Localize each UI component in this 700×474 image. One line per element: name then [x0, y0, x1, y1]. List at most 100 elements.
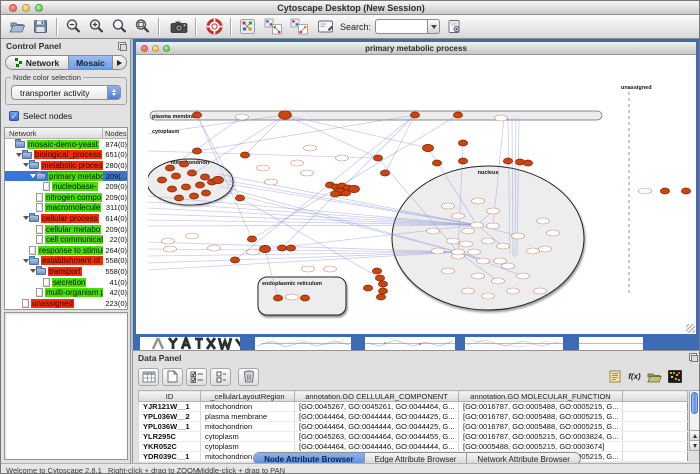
- tree-node-label[interactable]: unassigned: [31, 299, 74, 308]
- node-label-bubble[interactable]: [482, 238, 495, 244]
- expand-triangle-icon[interactable]: [23, 163, 29, 167]
- gene-node[interactable]: [372, 268, 381, 274]
- table-cell[interactable]: [GO:0045267, GO:0045261, GO:0044464, G..…: [295, 402, 459, 412]
- table-cell[interactable]: YPL036W__2: [139, 412, 201, 422]
- table-row[interactable]: YPL036W__1mitochondrion[GO:0044464, GO:0…: [139, 422, 688, 432]
- gene-node[interactable]: [300, 295, 309, 301]
- node-label-bubble[interactable]: [482, 293, 495, 299]
- node-label-bubble[interactable]: [517, 273, 530, 279]
- node-label-bubble[interactable]: [324, 266, 337, 272]
- edge[interactable]: [190, 115, 285, 176]
- scrollbar-thumb[interactable]: [691, 392, 698, 414]
- expand-slot[interactable]: [29, 269, 36, 273]
- table-cell[interactable]: [GO:0045263, GO:0044464, GO:0044455, G..…: [295, 432, 459, 442]
- node-label-bubble[interactable]: [336, 155, 349, 161]
- tree-row[interactable]: cellular process614(0): [5, 213, 127, 224]
- table-cell[interactable]: cytoplasm: [201, 432, 295, 442]
- tree-node-label[interactable]: biological_process: [34, 150, 102, 159]
- node-label-bubble[interactable]: [487, 208, 500, 214]
- node-label-bubble[interactable]: [502, 263, 515, 269]
- node-label-bubble[interactable]: [162, 238, 175, 244]
- tree-node-label[interactable]: primary metabo: [48, 172, 106, 181]
- tree-node-label[interactable]: response to stimulu: [38, 246, 109, 255]
- expand-slot[interactable]: [22, 216, 29, 220]
- tree-row[interactable]: metabolic process280(0): [5, 160, 127, 171]
- network-graph[interactable]: plasma membrane cytoplasm mitochondrion …: [148, 56, 693, 333]
- node-label-bubble[interactable]: [462, 288, 475, 294]
- node-label-bubble[interactable]: [452, 213, 465, 219]
- node-label-bubble[interactable]: [534, 288, 547, 294]
- gene-node[interactable]: [523, 160, 532, 166]
- edge[interactable]: [245, 115, 285, 155]
- network-canvas[interactable]: plasma membrane cytoplasm mitochondrion …: [136, 55, 696, 334]
- gene-node[interactable]: [375, 275, 384, 281]
- tree-node-label[interactable]: nucleobase-: [52, 182, 98, 191]
- tab-network[interactable]: Network: [6, 56, 68, 69]
- gene-node[interactable]: [201, 190, 210, 196]
- node-label-bubble[interactable]: [468, 249, 481, 255]
- tree-row[interactable]: response to stimulu264(0): [5, 245, 127, 256]
- open-session-icon[interactable]: [7, 17, 27, 37]
- tree-row[interactable]: nucleobase-209(0): [5, 181, 127, 192]
- help-lifering-icon[interactable]: [204, 17, 224, 37]
- tree-col-network[interactable]: Network: [9, 129, 37, 138]
- node-label-bubble[interactable]: [512, 233, 525, 239]
- gene-node[interactable]: [380, 170, 389, 176]
- tab-mosaic[interactable]: Mosaic: [68, 56, 112, 69]
- col-region[interactable]: _cellularLayoutRegion: [201, 391, 295, 402]
- gene-node[interactable]: [195, 182, 204, 188]
- search-config-icon[interactable]: [444, 17, 464, 37]
- node-label-bubble[interactable]: [236, 114, 249, 120]
- node-label-bubble[interactable]: [460, 241, 473, 247]
- expand-triangle-icon[interactable]: [30, 174, 36, 178]
- gene-node[interactable]: [189, 193, 198, 199]
- formula-builder-icon[interactable]: f(x): [627, 370, 642, 384]
- node-label-bubble[interactable]: [477, 258, 490, 264]
- expand-triangle-icon[interactable]: [16, 153, 22, 157]
- table-cell[interactable]: YLR295C: [139, 432, 201, 442]
- gene-node[interactable]: [192, 148, 201, 154]
- gene-node[interactable]: [157, 177, 166, 183]
- col-molecular-function[interactable]: annotation.GO MOLECULAR_FUNCTION: [459, 391, 623, 402]
- expand-slot[interactable]: [22, 163, 29, 167]
- table-header-row[interactable]: ID _cellularLayoutRegion annotation.GO C…: [139, 391, 688, 402]
- gene-node[interactable]: [165, 165, 174, 171]
- gene-node[interactable]: [187, 170, 196, 176]
- expand-slot[interactable]: [15, 153, 22, 157]
- scroll-up-button[interactable]: [690, 430, 699, 440]
- tree-node-label[interactable]: secretion: [52, 278, 86, 287]
- expand-slot[interactable]: [22, 259, 29, 263]
- edge[interactable]: [235, 115, 415, 260]
- table-cell[interactable]: [GO:0016787, GO:0005215, GO:0003824, G..…: [459, 432, 623, 442]
- gene-node[interactable]: [174, 195, 183, 201]
- gene-node[interactable]: [235, 195, 244, 201]
- expand-triangle-icon[interactable]: [23, 259, 29, 263]
- gene-node[interactable]: [179, 161, 188, 167]
- col-cellular-component[interactable]: annotation.GO CELLULAR_COMPONENT: [295, 391, 459, 402]
- gene-node[interactable]: [681, 188, 690, 194]
- gene-node[interactable]: [167, 186, 176, 192]
- gene-node[interactable]: [240, 152, 249, 158]
- scroll-down-button[interactable]: [690, 440, 699, 450]
- node-label-bubble[interactable]: [492, 278, 505, 284]
- zoom-selected-icon[interactable]: [132, 17, 152, 37]
- table-cell[interactable]: [GO:0016787, GO:0005488, GO:0005215, G..…: [459, 402, 623, 412]
- tree-row[interactable]: multi-organism pro42(0): [5, 287, 127, 298]
- col-id[interactable]: ID: [139, 391, 201, 402]
- gene-node[interactable]: [378, 288, 387, 294]
- expand-triangle-icon[interactable]: [30, 269, 36, 273]
- node-label-bubble[interactable]: [639, 188, 652, 194]
- gene-node[interactable]: [422, 144, 433, 151]
- node-label-bubble[interactable]: [537, 218, 550, 224]
- node-label-bubble[interactable]: [442, 268, 455, 274]
- node-label-bubble[interactable]: [497, 243, 510, 249]
- node-label-bubble[interactable]: [527, 248, 540, 254]
- network-window-titlebar[interactable]: primary metabolic process: [136, 42, 696, 55]
- node-label-bubble[interactable]: [257, 165, 270, 171]
- node-label-bubble[interactable]: [265, 179, 278, 185]
- table-cell[interactable]: [GO:0016787, GO:0005488, GO:0005215, G..…: [459, 422, 623, 432]
- node-label-bubble[interactable]: [164, 246, 177, 252]
- import-attributes-icon[interactable]: [647, 370, 662, 384]
- gene-node[interactable]: [432, 160, 441, 166]
- node-label-bubble[interactable]: [471, 222, 484, 228]
